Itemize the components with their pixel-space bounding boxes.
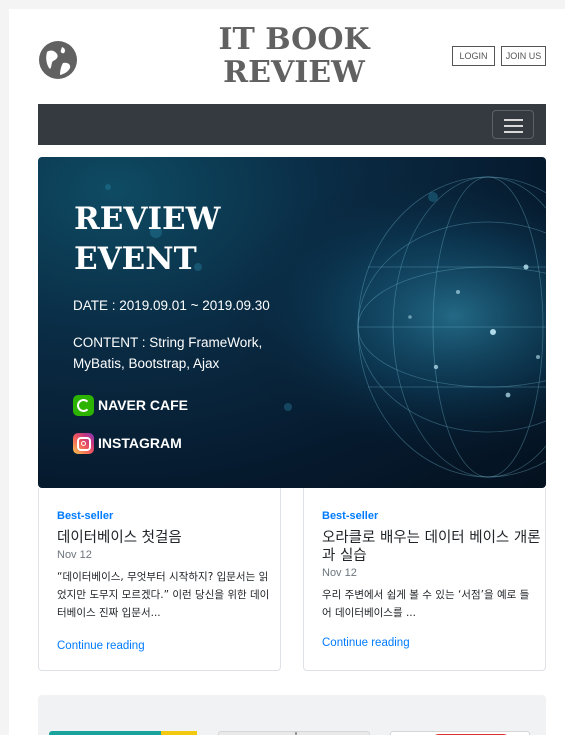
book-thumbnail[interactable]: [49, 731, 197, 735]
event-content: CONTENT : String FrameWork, MyBatis, Boo…: [73, 332, 303, 374]
book-card: Best-seller 데이터베이스 첫걸음 Nov 12 “데이터베이스, 무…: [38, 488, 281, 671]
hamburger-icon[interactable]: [492, 110, 534, 139]
instagram-link[interactable]: INSTAGRAM: [73, 431, 182, 455]
naver-cafe-link[interactable]: NAVER CAFE: [73, 393, 188, 417]
naver-cafe-label: NAVER CAFE: [98, 397, 188, 413]
page: IT BOOK REVIEW LOGIN JOIN US REVIEW EVEN…: [9, 9, 565, 735]
navbar: [38, 104, 546, 145]
globe-logo-icon[interactable]: [38, 40, 78, 80]
book-thumbnail[interactable]: [390, 731, 530, 735]
card-title: 데이터베이스 첫걸음: [57, 530, 182, 546]
card-date: Nov 12: [57, 549, 92, 561]
card-category: Best-seller: [322, 510, 379, 522]
book-card: Best-seller 오라클로 배우는 데이터 베이스 개론과 실습 Nov …: [303, 488, 546, 671]
site-title-line2: REVIEW: [223, 55, 365, 90]
event-content-line2: MyBatis, Bootstrap, Ajax: [73, 356, 220, 371]
naver-cafe-icon: [73, 394, 94, 416]
continue-reading-link[interactable]: Continue reading: [57, 640, 145, 652]
banner-title-line2: EVENT: [74, 241, 197, 277]
book-cover-accent: [161, 731, 197, 735]
site-title[interactable]: IT BOOK REVIEW: [179, 23, 409, 89]
continue-reading-link[interactable]: Continue reading: [322, 637, 410, 649]
event-content-line1: CONTENT : String FrameWork,: [73, 335, 263, 350]
hamburger-bar: [504, 131, 523, 133]
book-thumbnail[interactable]: [218, 731, 370, 735]
instagram-label: INSTAGRAM: [98, 435, 182, 451]
banner-title-line1: REVIEW: [74, 201, 221, 237]
card-excerpt: “데이터베이스, 무엇부터 시작하지? 입문서는 읽었지만 도무지 모르겠다.”…: [57, 571, 270, 619]
hamburger-bar: [504, 119, 523, 121]
book-gallery: [38, 695, 546, 735]
site-title-line1: IT BOOK: [218, 22, 370, 57]
banner-title: REVIEW EVENT: [74, 199, 220, 279]
event-banner[interactable]: REVIEW EVENT DATE : 2019.09.01 ~ 2019.09…: [38, 157, 546, 488]
card-title: 오라클로 배우는 데이터 베이스 개론과 실습: [322, 530, 541, 564]
join-us-button[interactable]: JOIN US: [501, 46, 546, 66]
hamburger-bar: [504, 125, 523, 127]
login-button[interactable]: LOGIN: [452, 46, 495, 66]
event-date: DATE : 2019.09.01 ~ 2019.09.30: [73, 298, 270, 313]
card-date: Nov 12: [322, 567, 357, 579]
card-category: Best-seller: [57, 510, 114, 522]
site-header: IT BOOK REVIEW LOGIN JOIN US: [9, 9, 565, 104]
instagram-icon: [73, 432, 94, 454]
card-excerpt: 우리 주변에서 쉽게 볼 수 있는 ‘서점’을 예로 들어 데이터베이스를 ..…: [322, 589, 530, 619]
